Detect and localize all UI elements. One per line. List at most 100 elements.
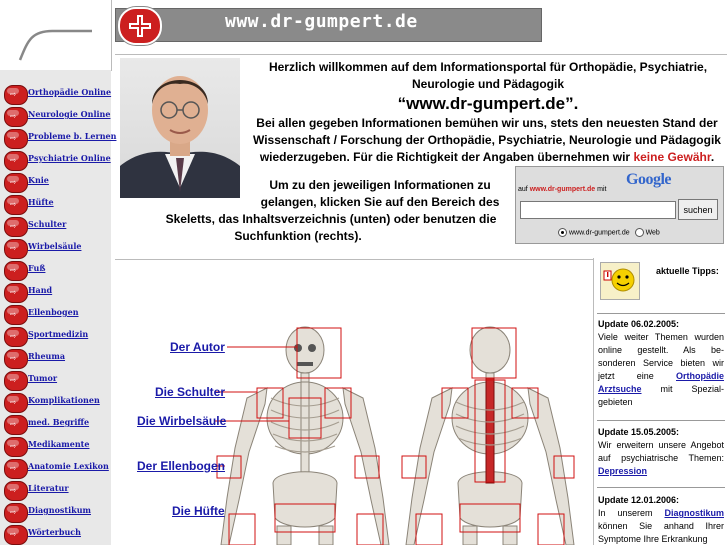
sidebar-item[interactable]: ⇨ Hand bbox=[0, 282, 111, 303]
sidebar-item[interactable]: ⇨ Fuß bbox=[0, 260, 111, 281]
tip-item-2-text-a: Wir erweitern unsere Angebot auf psychia… bbox=[598, 440, 724, 463]
google-caption-suffix: mit bbox=[597, 186, 607, 193]
sidebar-item-label[interactable]: Schulter bbox=[28, 219, 66, 229]
sidebar-item-label[interactable]: Ellenbogen bbox=[28, 307, 79, 317]
arrow-right-icon[interactable]: ⇨ bbox=[4, 195, 28, 215]
logo-box bbox=[0, 0, 112, 71]
skeleton-image[interactable] bbox=[215, 318, 575, 545]
sidebar-item-label[interactable]: Wirbelsäule bbox=[28, 241, 81, 251]
sidebar-item[interactable]: ⇨ Medikamente bbox=[0, 436, 111, 457]
sidebar-item[interactable]: ⇨ Sportmedizin bbox=[0, 326, 111, 347]
tip-item-2-link[interactable]: Depression bbox=[598, 466, 647, 476]
sidebar-item-label[interactable]: Komplikationen bbox=[28, 395, 100, 405]
arrow-right-icon[interactable]: ⇨ bbox=[4, 327, 28, 347]
google-search-button[interactable]: suchen bbox=[678, 199, 718, 220]
sidebar-item[interactable]: ⇨ Diagnostikum bbox=[0, 502, 111, 523]
sidebar-item-label[interactable]: Probleme b. Lernen bbox=[28, 131, 116, 141]
sidebar-item[interactable]: ⇨ Tumor bbox=[0, 370, 111, 391]
google-caption: auf www.dr-gumpert.de mit bbox=[518, 186, 606, 193]
sidebar-nav: ⇨ Orthopädie Online ⇨ Neurologie Online ⇨ Pro… bbox=[0, 70, 116, 545]
tip-item-3-text-b: können Sie anhand Ihrer Symptome Ihre Er… bbox=[598, 521, 724, 544]
arrow-right-icon[interactable]: ⇨ bbox=[4, 349, 28, 369]
sidebar-item[interactable]: ⇨ Rheuma bbox=[0, 348, 111, 369]
tips-divider-1 bbox=[597, 313, 725, 314]
skeleton-link-0[interactable]: Der Autor bbox=[170, 340, 225, 354]
arrow-right-icon[interactable]: ⇨ bbox=[4, 261, 28, 281]
arrow-right-icon[interactable]: ⇨ bbox=[4, 173, 28, 193]
google-search-input[interactable] bbox=[520, 201, 676, 219]
arrow-right-icon[interactable]: ⇨ bbox=[4, 371, 28, 391]
radio-web-label: Web bbox=[645, 229, 660, 237]
sidebar-item-label[interactable]: Wörterbuch bbox=[28, 527, 81, 537]
sidebar-item[interactable]: ⇨ med. Begriffe bbox=[0, 414, 111, 435]
sidebar-item-label[interactable]: Hüfte bbox=[28, 197, 54, 207]
arrow-right-icon[interactable]: ⇨ bbox=[4, 459, 28, 479]
skeleton-link-1[interactable]: Die Schulter bbox=[155, 385, 225, 399]
sidebar-item-label[interactable]: Orthopädie Online bbox=[28, 87, 111, 97]
arrow-right-icon[interactable]: ⇨ bbox=[4, 217, 28, 237]
sidebar-item[interactable]: ⇨ Neurologie Online bbox=[0, 106, 111, 127]
arrow-right-icon[interactable]: ⇨ bbox=[4, 239, 28, 259]
sidebar-item-label[interactable]: Hand bbox=[28, 285, 52, 295]
google-radio-group: www.dr-gumpert.de Web bbox=[558, 228, 660, 237]
arrow-right-icon[interactable]: ⇨ bbox=[4, 85, 28, 105]
welcome-line-1: Herzlich willkommen auf dem Informations… bbox=[268, 60, 708, 74]
google-search-box: auf www.dr-gumpert.de mit Google suchen … bbox=[515, 166, 724, 244]
skeleton-link-2[interactable]: Die Wirbelsäule bbox=[137, 414, 226, 428]
author-portrait bbox=[120, 58, 240, 198]
sidebar-item[interactable]: ⇨ Wirbelsäule bbox=[0, 238, 111, 259]
tip-item-1-title: Update 06.02.2005: bbox=[598, 319, 680, 329]
radio-site-option[interactable] bbox=[558, 228, 567, 237]
tip-item-2: Update 15.05.2005: Wir erweitern unsere … bbox=[598, 426, 724, 478]
sidebar-item-label[interactable]: Rheuma bbox=[28, 351, 65, 361]
sidebar-item[interactable]: ⇨ Literatur bbox=[0, 480, 111, 501]
sidebar-item[interactable]: ⇨ Psychiatrie Online bbox=[0, 150, 111, 171]
arrow-right-icon[interactable]: ⇨ bbox=[4, 283, 28, 303]
welcome-para1-line3: wiederzugeben. Für die Richtigkeit der A… bbox=[244, 149, 727, 166]
sidebar-item[interactable]: ⇨ Anatomie Lexikon bbox=[0, 458, 111, 479]
google-caption-prefix: auf bbox=[518, 186, 528, 193]
tips-header: aktuelle Tipps: bbox=[656, 266, 719, 276]
welcome-para1-end: . bbox=[710, 150, 715, 164]
tip-item-3-title: Update 12.01.2006: bbox=[598, 495, 680, 505]
sidebar-item[interactable]: ⇨ Ellenbogen bbox=[0, 304, 111, 325]
arrow-right-icon[interactable]: ⇨ bbox=[4, 415, 28, 435]
arrow-right-icon[interactable]: ⇨ bbox=[4, 437, 28, 457]
arrow-right-icon[interactable]: ⇨ bbox=[4, 305, 28, 325]
arrow-right-icon[interactable]: ⇨ bbox=[4, 129, 28, 149]
google-logo: Google bbox=[626, 171, 672, 188]
arrow-right-icon[interactable]: ⇨ bbox=[4, 107, 28, 127]
sidebar-item-label[interactable]: Fuß bbox=[28, 263, 45, 273]
skeleton-link-4[interactable]: Die Hüfte bbox=[172, 504, 225, 518]
skeleton-link-3[interactable]: Der Ellenbogen bbox=[137, 459, 225, 473]
arrow-right-icon[interactable]: ⇨ bbox=[4, 481, 28, 501]
sidebar-item[interactable]: ⇨ Knie bbox=[0, 172, 111, 193]
welcome-para1-line3-text: wiederzugeben. Für die Richtigkeit der A… bbox=[259, 150, 631, 164]
sidebar-item-label[interactable]: med. Begriffe bbox=[28, 417, 89, 427]
sidebar-item[interactable]: ⇨ Orthopädie Online bbox=[0, 84, 111, 105]
arrow-right-icon[interactable]: ⇨ bbox=[4, 525, 28, 545]
radio-web-option[interactable] bbox=[634, 228, 644, 237]
sidebar-item-label[interactable]: Medikamente bbox=[28, 439, 89, 449]
arrow-right-icon[interactable]: ⇨ bbox=[4, 151, 28, 171]
sidebar-item-label[interactable]: Diagnostikum bbox=[28, 505, 91, 515]
arrow-right-icon[interactable]: ⇨ bbox=[4, 393, 28, 413]
sidebar-item-label[interactable]: Knie bbox=[28, 175, 49, 185]
sidebar-item[interactable]: ⇨ Komplikationen bbox=[0, 392, 111, 413]
arrow-right-icon[interactable]: ⇨ bbox=[4, 503, 28, 523]
tip-item-3-link[interactable]: Diagnostikum bbox=[664, 508, 724, 518]
skeleton-area bbox=[115, 258, 594, 545]
sidebar-item[interactable]: ⇨ Schulter bbox=[0, 216, 111, 237]
welcome-para2-line2: gelangen, klicken Sie auf den Bereich de… bbox=[260, 195, 500, 209]
cross-logo-icon bbox=[118, 7, 162, 45]
sidebar-item-label[interactable]: Neurologie Online bbox=[28, 109, 110, 119]
sidebar-item[interactable]: ⇨ Wörterbuch bbox=[0, 524, 111, 545]
sidebar-item-label[interactable]: Psychiatrie Online bbox=[28, 153, 111, 163]
sidebar-item[interactable]: ⇨ Probleme b. Lernen bbox=[0, 128, 116, 149]
welcome-para1-line2: Wissenschaft / Forschung der Orthopädie,… bbox=[253, 133, 721, 147]
sidebar-item-label[interactable]: Anatomie Lexikon bbox=[28, 461, 109, 471]
sidebar-item[interactable]: ⇨ Hüfte bbox=[0, 194, 111, 215]
sidebar-item-label[interactable]: Sportmedizin bbox=[28, 329, 88, 339]
sidebar-item-label[interactable]: Literatur bbox=[28, 483, 69, 493]
sidebar-item-label[interactable]: Tumor bbox=[28, 373, 57, 383]
